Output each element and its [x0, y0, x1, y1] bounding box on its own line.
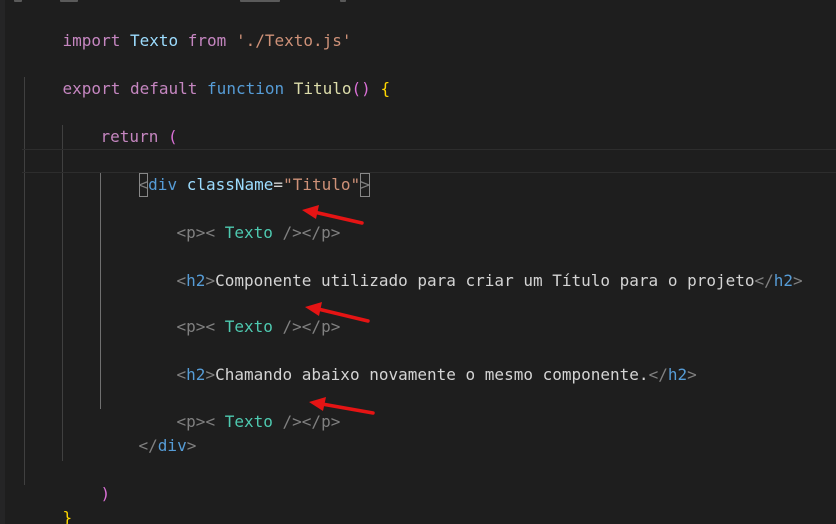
jsx-selfclose: /> [282, 412, 302, 431]
h2-close-lt: </ [754, 271, 774, 290]
code-line-h2-2[interactable]: <h2>Chamando abaixo novamente o mesmo co… [138, 339, 697, 384]
code-line-function-declaration[interactable]: export default function Titulo() { [24, 53, 391, 98]
keyword-import: import [62, 31, 121, 50]
p-open-tag: <p> [176, 317, 206, 336]
texto-component: Texto [224, 223, 273, 242]
h2-close-gt: > [687, 365, 697, 384]
h2-text: Componente utilizado para criar um Títul… [215, 271, 755, 290]
code-line-return-close[interactable]: ) [62, 458, 111, 503]
div-open-gt: > [360, 173, 370, 197]
keyword-export: export [62, 79, 121, 98]
jsx-lt: < [205, 317, 216, 336]
div-close-tag-name: div [157, 436, 187, 455]
code-line-return[interactable]: return ( [62, 101, 178, 146]
div-close-gt: > [186, 436, 197, 455]
jsx-selfclose: /> [282, 317, 302, 336]
h2-open-lt: < [176, 271, 187, 290]
code-line-div-open[interactable]: <div className="Titulo"> [100, 149, 370, 197]
p-close-tag: </p> [301, 412, 341, 431]
h2-open-tag-name: h2 [186, 271, 206, 290]
div-close-lt: </ [138, 436, 158, 455]
h2-close-tag-name: h2 [773, 271, 794, 290]
code-line-texto-1[interactable]: <p>< Texto /></p> [138, 197, 341, 242]
h2-open-gt: > [205, 271, 216, 290]
code-line-h2-1[interactable]: <h2>Componente utilizado para criar um T… [138, 245, 803, 290]
h2-close-gt: > [793, 271, 803, 290]
h2-text: Chamando abaixo novamente o mesmo compon… [215, 365, 649, 384]
keyword-function: function [207, 79, 285, 98]
h2-close-lt: </ [648, 365, 668, 384]
h2-close-tag-name: h2 [667, 365, 688, 384]
texto-component: Texto [224, 317, 273, 336]
function-name: Titulo [293, 79, 352, 98]
code-line-texto-3[interactable]: <p>< Texto /></p> [138, 386, 341, 431]
code-line-function-close[interactable]: } [24, 482, 73, 524]
return-paren-open: ( [167, 127, 178, 146]
h2-open-lt: < [176, 365, 187, 384]
keyword-default: default [129, 79, 198, 98]
p-close-tag: </p> [301, 317, 341, 336]
attribute-equals: = [273, 175, 284, 194]
p-open-tag: <p> [176, 223, 206, 242]
h2-open-gt: > [205, 365, 216, 384]
return-paren-close: ) [100, 484, 111, 503]
keyword-from: from [187, 31, 227, 50]
editor-gutter-edge [0, 0, 5, 524]
function-parens: () [351, 79, 371, 98]
classname-value: "Titulo" [283, 175, 361, 194]
div-tag-name: div [148, 175, 178, 194]
jsx-lt: < [205, 412, 216, 431]
jsx-selfclose: /> [282, 223, 302, 242]
texto-component: Texto [224, 412, 273, 431]
code-line-texto-2[interactable]: <p>< Texto /></p> [138, 291, 341, 336]
div-open-lt: < [138, 173, 149, 197]
indent-guide-level-1 [24, 77, 25, 485]
import-identifier: Texto [129, 31, 179, 50]
function-brace-close: } [62, 508, 73, 524]
indent-guide-level-2 [62, 125, 63, 461]
function-brace-open: { [380, 79, 391, 98]
jsx-lt: < [205, 223, 216, 242]
code-editor[interactable]: import Texto from './Texto.js' export de… [0, 0, 836, 524]
p-close-tag: </p> [301, 223, 341, 242]
h2-open-tag-name: h2 [186, 365, 206, 384]
classname-attribute: className [186, 175, 274, 194]
code-line-div-close[interactable]: </div> [100, 410, 197, 455]
module-path: './Texto.js' [235, 31, 352, 50]
keyword-return: return [100, 127, 159, 146]
code-line-import[interactable]: import Texto from './Texto.js' [24, 5, 352, 50]
